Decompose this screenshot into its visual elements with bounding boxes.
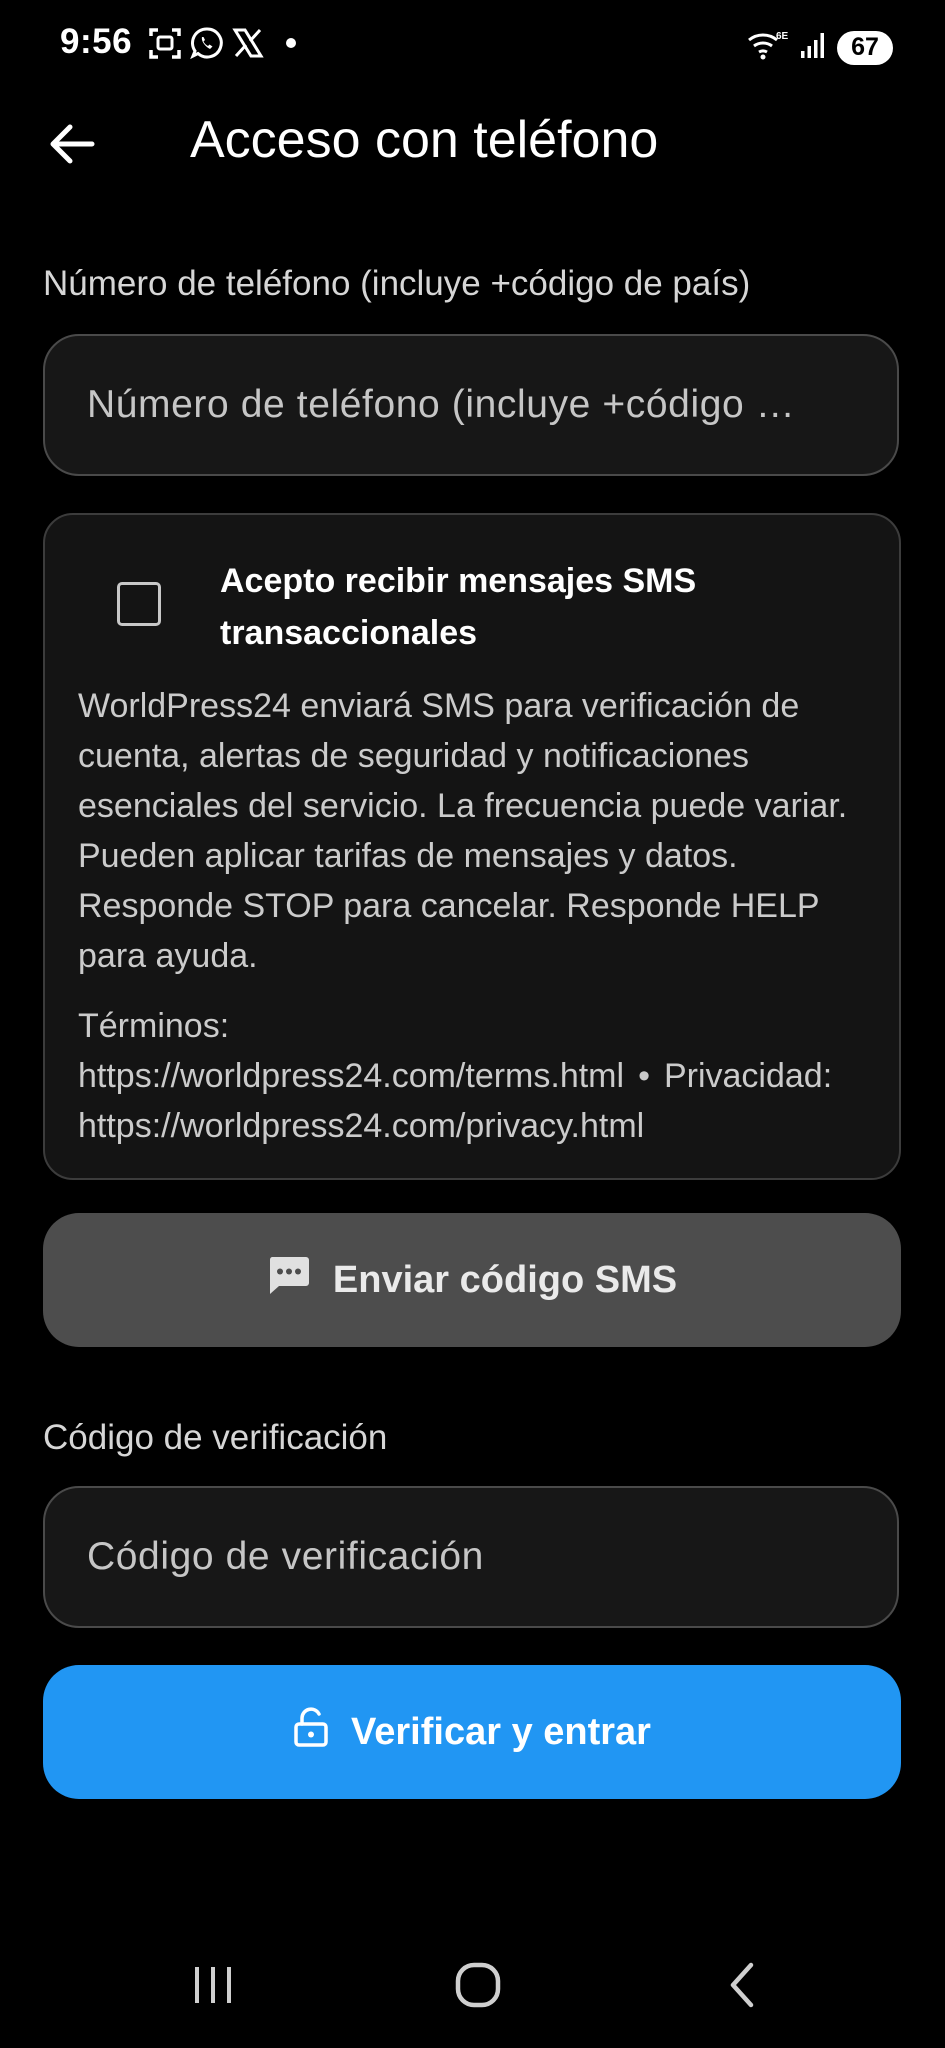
phone-input[interactable]	[85, 336, 861, 474]
terms-link[interactable]: Términos: https://worldpress24.com/terms…	[78, 1007, 624, 1095]
send-sms-button[interactable]: Enviar código SMS	[43, 1213, 901, 1347]
app-bar: Acceso con teléfono	[0, 92, 945, 192]
verification-label: Código de verificación	[43, 1418, 388, 1457]
status-bar: 9:56 6E 67	[0, 0, 945, 92]
status-system-icons: 6E 67	[747, 28, 893, 67]
signal-icon	[799, 30, 827, 65]
x-icon	[232, 27, 264, 59]
dot-icon	[286, 38, 296, 48]
home-icon[interactable]	[438, 1950, 518, 2020]
verification-field-container	[43, 1486, 899, 1628]
link-separator: •	[638, 1057, 650, 1095]
back-icon[interactable]	[702, 1950, 782, 2020]
wifi-6e-icon: 6E	[747, 28, 789, 67]
phone-field-container	[43, 334, 899, 476]
consent-body: WorldPress24 enviará SMS para verificaci…	[78, 687, 848, 975]
arrow-left-icon[interactable]	[44, 116, 100, 172]
lock-icon	[293, 1706, 329, 1758]
whatsapp-icon	[190, 26, 224, 60]
consent-links: Términos: https://worldpress24.com/terms…	[78, 1001, 878, 1151]
page-title: Acceso con teléfono	[190, 111, 659, 169]
phone-label: Número de teléfono (incluye +código de p…	[43, 264, 751, 303]
battery-icon: 67	[837, 30, 893, 65]
sms-consent-checkbox[interactable]	[117, 582, 161, 626]
verify-label: Verificar y entrar	[351, 1710, 651, 1753]
recent-apps-icon[interactable]	[173, 1950, 253, 2020]
status-time: 9:56	[60, 22, 133, 61]
status-notification-icons	[148, 26, 296, 60]
svg-text:6E: 6E	[776, 31, 789, 42]
verification-code-input[interactable]	[85, 1488, 861, 1626]
screenshot-icon	[148, 26, 182, 60]
send-sms-label: Enviar código SMS	[332, 1258, 678, 1301]
verify-and-enter-button[interactable]: Verificar y entrar	[43, 1665, 901, 1799]
sms-icon	[267, 1254, 311, 1306]
consent-title: Acepto recibir mensajes SMS transacciona…	[220, 562, 697, 652]
system-nav-bar	[0, 1930, 945, 2040]
sms-consent-card: Acepto recibir mensajes SMS transacciona…	[43, 513, 901, 1180]
